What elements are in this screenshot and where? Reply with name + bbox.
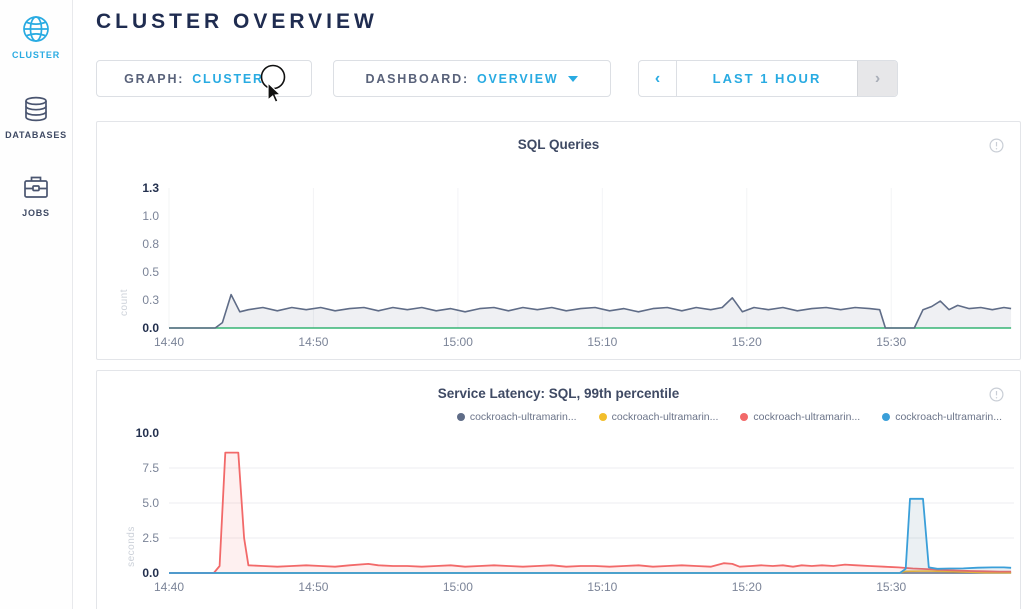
- dashboard-dropdown-label: DASHBOARD:: [366, 72, 469, 86]
- sidebar-item-label: CLUSTER: [12, 50, 60, 60]
- svg-text:1.3: 1.3: [142, 181, 159, 195]
- time-range-value[interactable]: LAST 1 HOUR: [677, 61, 857, 96]
- legend-label: cockroach-ultramarin...: [753, 411, 860, 423]
- svg-text:5.0: 5.0: [142, 496, 159, 510]
- svg-text:2.5: 2.5: [142, 531, 159, 545]
- legend-dot-icon: [882, 413, 890, 421]
- svg-text:14:40: 14:40: [154, 335, 184, 349]
- svg-text:15:30: 15:30: [876, 335, 906, 349]
- legend-dot-icon: [740, 413, 748, 421]
- chart-card-service-latency: Service Latency: SQL, 99th percentile co…: [96, 370, 1021, 609]
- database-icon: [21, 94, 51, 124]
- time-range-prev-button[interactable]: ‹: [639, 61, 677, 96]
- info-icon[interactable]: [989, 387, 1004, 402]
- legend-item[interactable]: cockroach-ultramarin...: [882, 411, 1002, 423]
- dashboard-dropdown-value: OVERVIEW: [477, 72, 559, 86]
- sidebar-item-databases[interactable]: DATABASES: [0, 60, 72, 140]
- globe-icon: [21, 14, 51, 44]
- svg-text:14:50: 14:50: [298, 335, 328, 349]
- svg-text:0.8: 0.8: [142, 237, 159, 251]
- svg-text:15:00: 15:00: [443, 335, 473, 349]
- info-icon[interactable]: [989, 138, 1004, 153]
- svg-text:0.5: 0.5: [142, 265, 159, 279]
- time-range-next-button[interactable]: ›: [857, 61, 897, 96]
- legend-item[interactable]: cockroach-ultramarin...: [740, 411, 860, 423]
- service-latency-plot: 0.0 2.5 5.0 7.5 10.0 14:40 14:50 15:00 15:10 15:2…: [97, 425, 1026, 604]
- legend-dot-icon: [599, 413, 607, 421]
- graph-dropdown-label: GRAPH:: [124, 72, 184, 86]
- svg-text:15:20: 15:20: [732, 335, 762, 349]
- chart-title: Service Latency: SQL, 99th percentile: [97, 371, 1020, 401]
- briefcase-icon: [21, 172, 51, 202]
- graph-dropdown-value: CLUSTER: [192, 72, 264, 86]
- svg-text:1.0: 1.0: [142, 209, 159, 223]
- dashboard-dropdown[interactable]: DASHBOARD: OVERVIEW: [333, 60, 611, 97]
- legend-item[interactable]: cockroach-ultramarin...: [457, 411, 577, 423]
- svg-text:0.0: 0.0: [142, 566, 159, 580]
- cluster-overview-page: CLUSTER DATABASES JOBS CLUSTER OVERVIEW …: [0, 0, 1032, 609]
- graph-dropdown[interactable]: GRAPH: CLUSTER: [96, 60, 312, 97]
- sidebar: CLUSTER DATABASES JOBS: [0, 0, 73, 609]
- svg-text:14:40: 14:40: [154, 580, 184, 594]
- sidebar-item-cluster[interactable]: CLUSTER: [0, 0, 72, 60]
- legend-dot-icon: [457, 413, 465, 421]
- sql-queries-plot: 0.0 0.3 0.5 0.8 1.0 1.3 14:40 14:50 15:00 15:10 15…: [97, 180, 1026, 359]
- chart-legend: cockroach-ultramarin... cockroach-ultrama…: [457, 411, 1002, 423]
- sidebar-item-label: JOBS: [22, 208, 50, 218]
- sidebar-item-label: DATABASES: [5, 130, 67, 140]
- legend-label: cockroach-ultramarin...: [470, 411, 577, 423]
- svg-text:10.0: 10.0: [136, 426, 160, 440]
- legend-item[interactable]: cockroach-ultramarin...: [599, 411, 719, 423]
- svg-text:15:30: 15:30: [876, 580, 906, 594]
- svg-text:15:00: 15:00: [443, 580, 473, 594]
- chevron-down-icon: [568, 76, 578, 82]
- time-range-selector: ‹ LAST 1 HOUR ›: [638, 60, 898, 97]
- svg-text:15:10: 15:10: [587, 580, 617, 594]
- svg-text:15:20: 15:20: [732, 580, 762, 594]
- svg-text:0.0: 0.0: [142, 321, 159, 335]
- svg-text:15:10: 15:10: [587, 335, 617, 349]
- sidebar-item-jobs[interactable]: JOBS: [0, 140, 72, 218]
- legend-label: cockroach-ultramarin...: [612, 411, 719, 423]
- legend-label: cockroach-ultramarin...: [895, 411, 1002, 423]
- chart-card-sql-queries: SQL Queries count 0.00.30.50.81.01.314:4…: [96, 121, 1021, 360]
- page-title: CLUSTER OVERVIEW: [96, 10, 378, 34]
- svg-text:14:50: 14:50: [298, 580, 328, 594]
- chevron-down-icon: [274, 76, 284, 82]
- svg-text:0.3: 0.3: [142, 293, 159, 307]
- svg-text:7.5: 7.5: [142, 461, 159, 475]
- chart-title: SQL Queries: [97, 122, 1020, 152]
